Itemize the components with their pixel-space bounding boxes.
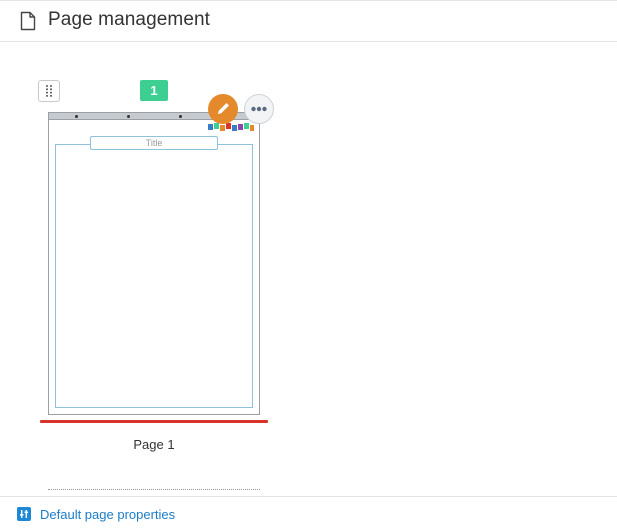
- page-label[interactable]: Page 1: [48, 437, 260, 452]
- document-icon: [20, 11, 36, 31]
- panel-header: Page management: [0, 0, 617, 42]
- content-frame: [55, 144, 253, 408]
- selected-indicator: [40, 420, 268, 423]
- page-thumbnail[interactable]: Title: [48, 112, 260, 415]
- default-page-properties-label: Default page properties: [40, 506, 176, 522]
- page-title: Page management: [48, 9, 211, 30]
- default-page-properties-link[interactable]: Default page properties: [17, 505, 175, 523]
- thumbnail-dot: [179, 115, 182, 118]
- page-drop-separator: [48, 489, 260, 490]
- logo-icon: [208, 123, 254, 131]
- page-number-badge: 1: [140, 80, 168, 101]
- drag-handle-icon[interactable]: [38, 80, 60, 102]
- sliders-icon: [17, 507, 31, 521]
- pencil-icon: [218, 103, 229, 114]
- thumbnail-title-field: Title: [90, 136, 218, 150]
- ellipsis-icon: [251, 106, 267, 112]
- thumbnail-dot: [75, 115, 78, 118]
- more-options-button[interactable]: [244, 94, 274, 124]
- edit-page-button[interactable]: [208, 94, 238, 124]
- footer-divider: [0, 496, 617, 497]
- thumbnail-dot: [127, 115, 130, 118]
